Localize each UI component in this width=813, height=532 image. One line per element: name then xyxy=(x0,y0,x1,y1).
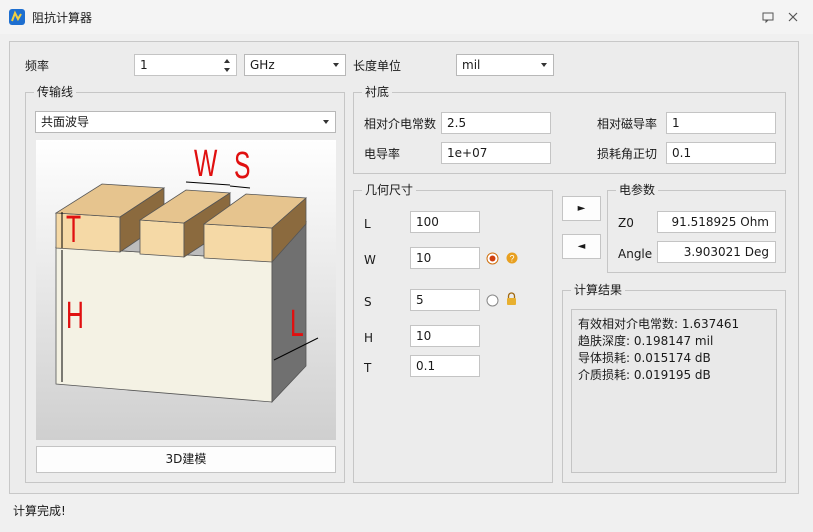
frequency-value: 1 xyxy=(140,58,148,72)
svg-text:?: ? xyxy=(509,254,514,264)
status-text: 计算完成! xyxy=(13,504,66,518)
t-label: T xyxy=(66,209,82,251)
analyze-button[interactable]: ► xyxy=(562,196,601,221)
transmission-line-group-title: 传输线 xyxy=(34,85,77,100)
line-type-select[interactable]: 共面波导 xyxy=(35,111,336,133)
w-label: W xyxy=(194,143,218,185)
height-label: H xyxy=(364,331,374,345)
length-unit-select[interactable]: mil xyxy=(456,54,554,76)
frequency-unit-select[interactable]: GHz xyxy=(244,54,346,76)
results-group-title: 计算结果 xyxy=(571,283,626,298)
dielectric-constant-label: 相对介电常数 xyxy=(364,117,437,131)
h-label: H xyxy=(66,295,84,337)
title-bar xyxy=(0,0,813,34)
chevron-down-icon xyxy=(333,63,339,67)
geometry-group-title: 几何尺寸 xyxy=(362,183,417,198)
dielectric-constant-field[interactable]: 2.5 xyxy=(441,112,551,134)
width-radio[interactable] xyxy=(486,252,499,265)
length-unit-label: 长度单位 xyxy=(353,59,402,73)
angle-label: Angle xyxy=(618,247,653,261)
electrical-group-title: 电参数 xyxy=(616,183,659,198)
lock-icon[interactable] xyxy=(505,292,518,306)
width-label: W xyxy=(364,253,376,267)
l-label: L xyxy=(290,303,304,345)
width-field[interactable]: 10 xyxy=(410,247,480,269)
substrate-group-title: 衬底 xyxy=(362,85,393,100)
z0-field[interactable]: 91.518925 Ohm xyxy=(657,211,776,233)
frequency-unit-value: GHz xyxy=(250,58,275,72)
synthesize-button[interactable]: ◄ xyxy=(562,234,601,259)
frequency-spinbox[interactable]: 1 xyxy=(134,54,237,76)
length-unit-value: mil xyxy=(462,58,481,72)
length-label: L xyxy=(364,217,371,231)
thickness-field[interactable]: 0.1 xyxy=(410,355,480,377)
loss-tangent-field[interactable]: 0.1 xyxy=(666,142,776,164)
result-line: 有效相对介电常数: 1.637461 xyxy=(578,317,740,331)
z0-label: Z0 xyxy=(618,216,634,230)
spin-up-icon[interactable] xyxy=(224,59,230,63)
length-field[interactable]: 100 xyxy=(410,211,480,233)
result-line: 导体损耗: 0.015174 dB xyxy=(578,351,711,365)
3d-model-button[interactable]: 3D建模 xyxy=(36,446,336,473)
spacing-field[interactable]: 5 xyxy=(410,289,480,311)
permeability-label: 相对磁导率 xyxy=(597,117,658,131)
thickness-label: T xyxy=(364,361,372,375)
angle-field[interactable]: 3.903021 Deg xyxy=(657,241,776,263)
result-line: 趋肤深度: 0.198147 mil xyxy=(578,334,714,348)
loss-tangent-label: 损耗角正切 xyxy=(597,147,658,161)
coplanar-waveguide-diagram: W S T H L xyxy=(36,140,336,440)
spacing-radio[interactable] xyxy=(486,294,499,307)
spacing-label: S xyxy=(364,295,372,309)
spin-down-icon[interactable] xyxy=(224,68,230,72)
help-icon[interactable]: ? xyxy=(506,252,518,264)
conductivity-label: 电导率 xyxy=(364,147,401,161)
chat-icon[interactable] xyxy=(760,9,776,25)
app-icon xyxy=(9,9,25,25)
height-field[interactable]: 10 xyxy=(410,325,480,347)
line-type-value: 共面波导 xyxy=(41,115,90,129)
close-icon[interactable] xyxy=(785,9,801,25)
results-text-area[interactable]: 有效相对介电常数: 1.637461 趋肤深度: 0.198147 mil 导体… xyxy=(571,309,777,473)
chevron-down-icon xyxy=(541,63,547,67)
conductivity-field[interactable]: 1e+07 xyxy=(441,142,551,164)
result-line: 介质损耗: 0.019195 dB xyxy=(578,368,711,382)
chevron-down-icon xyxy=(323,120,329,124)
window-title: 阻抗计算器 xyxy=(32,11,93,25)
s-label: S xyxy=(234,145,251,187)
frequency-label: 频率 xyxy=(25,59,50,73)
permeability-field[interactable]: 1 xyxy=(666,112,776,134)
